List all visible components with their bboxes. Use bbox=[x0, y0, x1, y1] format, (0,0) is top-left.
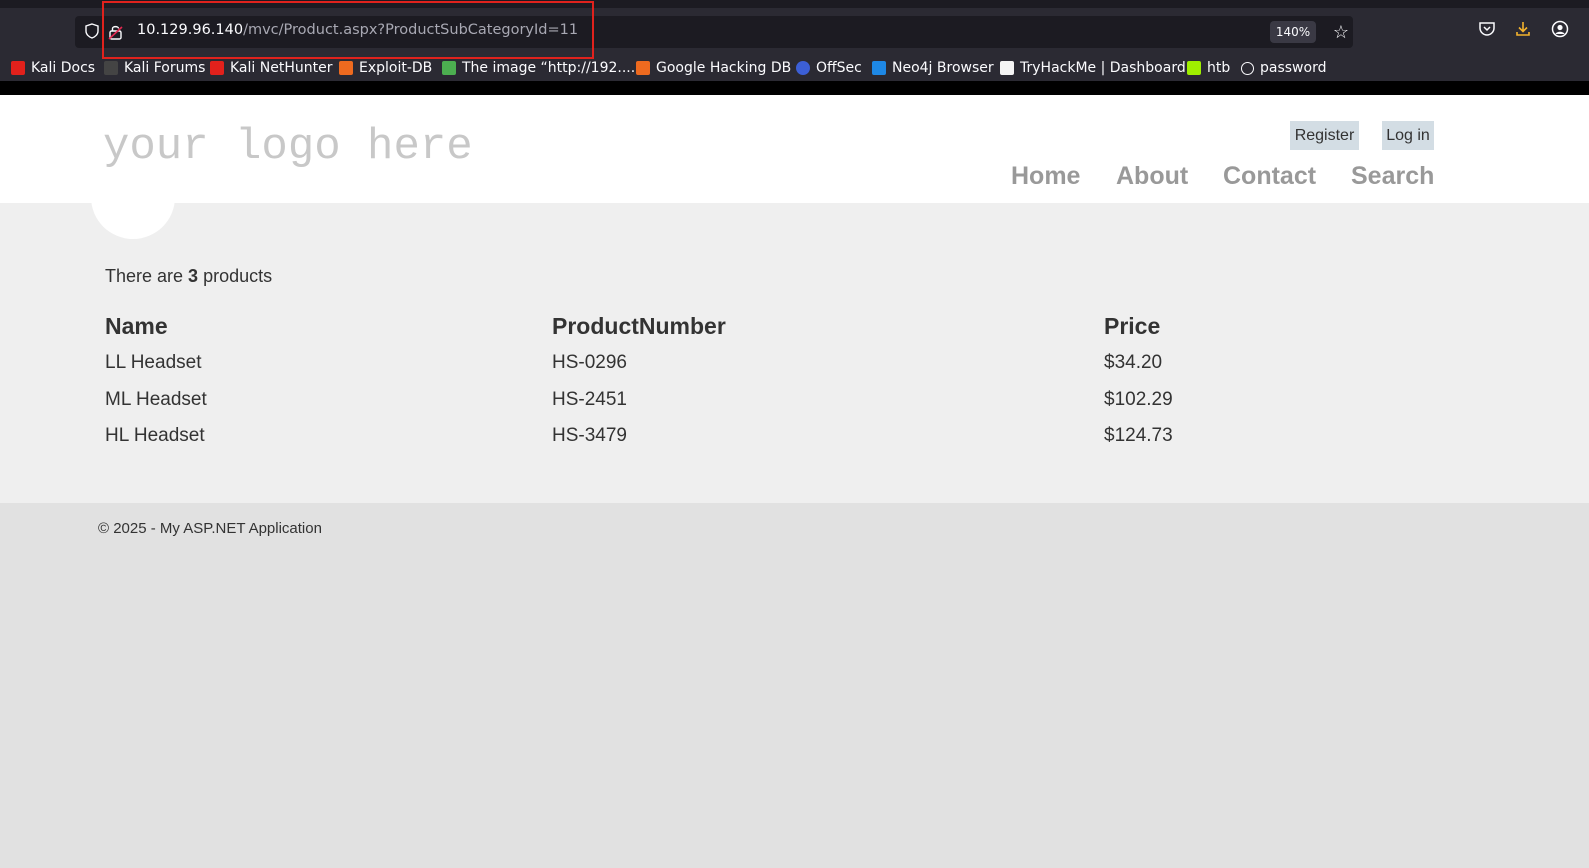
kali-docs-icon bbox=[11, 61, 25, 75]
zoom-indicator[interactable]: 140% bbox=[1270, 21, 1316, 43]
cell-productnumber: HS-0296 bbox=[552, 352, 627, 373]
cell-price: $124.73 bbox=[1104, 425, 1173, 446]
cell-price: $34.20 bbox=[1104, 352, 1163, 373]
bookmark-htb[interactable]: htb bbox=[1187, 56, 1230, 80]
tryhackme-icon bbox=[1000, 61, 1014, 75]
column-header-price: Price bbox=[1104, 313, 1161, 339]
summary-prefix: There are bbox=[105, 266, 189, 286]
bookmark-offsec[interactable]: OffSec bbox=[796, 56, 862, 80]
product-count: 3 bbox=[188, 266, 199, 286]
bookmark-label: TryHackMe | Dashboard bbox=[1020, 60, 1186, 76]
kali-nethunter-icon bbox=[210, 61, 224, 75]
page-top-bar bbox=[0, 81, 1589, 95]
highlight-box bbox=[102, 1, 594, 59]
bookmark-kali-nethunter[interactable]: Kali NetHunter bbox=[210, 56, 332, 80]
bookmark-label: Kali Forums bbox=[124, 60, 206, 76]
bookmark-label: password bbox=[1260, 60, 1327, 76]
bookmark-label: The image “http://192.... bbox=[462, 60, 636, 76]
register-link[interactable]: Register bbox=[1290, 121, 1359, 150]
neo4j-icon bbox=[872, 61, 886, 75]
exploit-db-icon bbox=[339, 61, 353, 75]
nav-home[interactable]: Home bbox=[1011, 162, 1080, 191]
ghdb-icon bbox=[636, 61, 650, 75]
bookmark-kali-forums[interactable]: Kali Forums bbox=[104, 56, 205, 80]
bookmark-kali-docs[interactable]: Kali Docs bbox=[11, 56, 95, 80]
globe-icon bbox=[1241, 61, 1254, 75]
htb-icon bbox=[1187, 61, 1201, 75]
column-header-productnumber: ProductNumber bbox=[552, 313, 726, 339]
account-icon[interactable] bbox=[1548, 20, 1572, 44]
nav-about[interactable]: About bbox=[1116, 162, 1188, 191]
bookmark-google-hacking-db[interactable]: Google Hacking DB bbox=[636, 56, 791, 80]
bookmarks-bar: Kali Docs Kali Forums Kali NetHunter Exp… bbox=[0, 56, 1589, 80]
summary-suffix: products bbox=[198, 266, 273, 286]
login-link[interactable]: Log in bbox=[1382, 121, 1434, 150]
cell-productnumber: HS-2451 bbox=[552, 389, 627, 410]
bookmark-star-icon[interactable]: ☆ bbox=[1330, 21, 1352, 43]
cell-price: $102.29 bbox=[1104, 389, 1173, 410]
bookmark-label: Google Hacking DB bbox=[656, 60, 792, 76]
column-header-name: Name bbox=[105, 313, 168, 339]
bookmark-label: OffSec bbox=[816, 60, 862, 76]
image-icon bbox=[442, 61, 456, 75]
download-icon[interactable] bbox=[1511, 20, 1535, 44]
cell-name: ML Headset bbox=[105, 389, 207, 410]
bookmark-neo4j-browser[interactable]: Neo4j Browser bbox=[872, 56, 994, 80]
nav-contact[interactable]: Contact bbox=[1223, 162, 1316, 191]
bookmark-password[interactable]: password bbox=[1241, 56, 1326, 80]
bookmark-label: Neo4j Browser bbox=[892, 60, 994, 76]
bookmark-label: Kali Docs bbox=[31, 60, 96, 76]
bookmark-tryhackme[interactable]: TryHackMe | Dashboard bbox=[1000, 56, 1186, 80]
pocket-icon[interactable] bbox=[1475, 20, 1499, 44]
bookmark-label: htb bbox=[1207, 60, 1231, 76]
bookmark-image[interactable]: The image “http://192.... bbox=[442, 56, 635, 80]
bookmark-exploit-db[interactable]: Exploit-DB bbox=[339, 56, 432, 80]
bookmark-label: Exploit-DB bbox=[359, 60, 433, 76]
product-count-summary: There are 3 products bbox=[105, 266, 272, 287]
bookmark-label: Kali NetHunter bbox=[230, 60, 333, 76]
kali-forums-icon bbox=[104, 61, 118, 75]
site-logo[interactable]: your logo here bbox=[103, 122, 473, 172]
cell-name: LL Headset bbox=[105, 352, 202, 373]
shield-icon[interactable] bbox=[83, 23, 101, 41]
cell-productnumber: HS-3479 bbox=[552, 425, 627, 446]
cell-name: HL Headset bbox=[105, 425, 205, 446]
main-content bbox=[0, 203, 1589, 503]
nav-search[interactable]: Search bbox=[1351, 162, 1434, 191]
footer-copyright: © 2025 - My ASP.NET Application bbox=[98, 520, 322, 537]
offsec-icon bbox=[796, 61, 810, 75]
